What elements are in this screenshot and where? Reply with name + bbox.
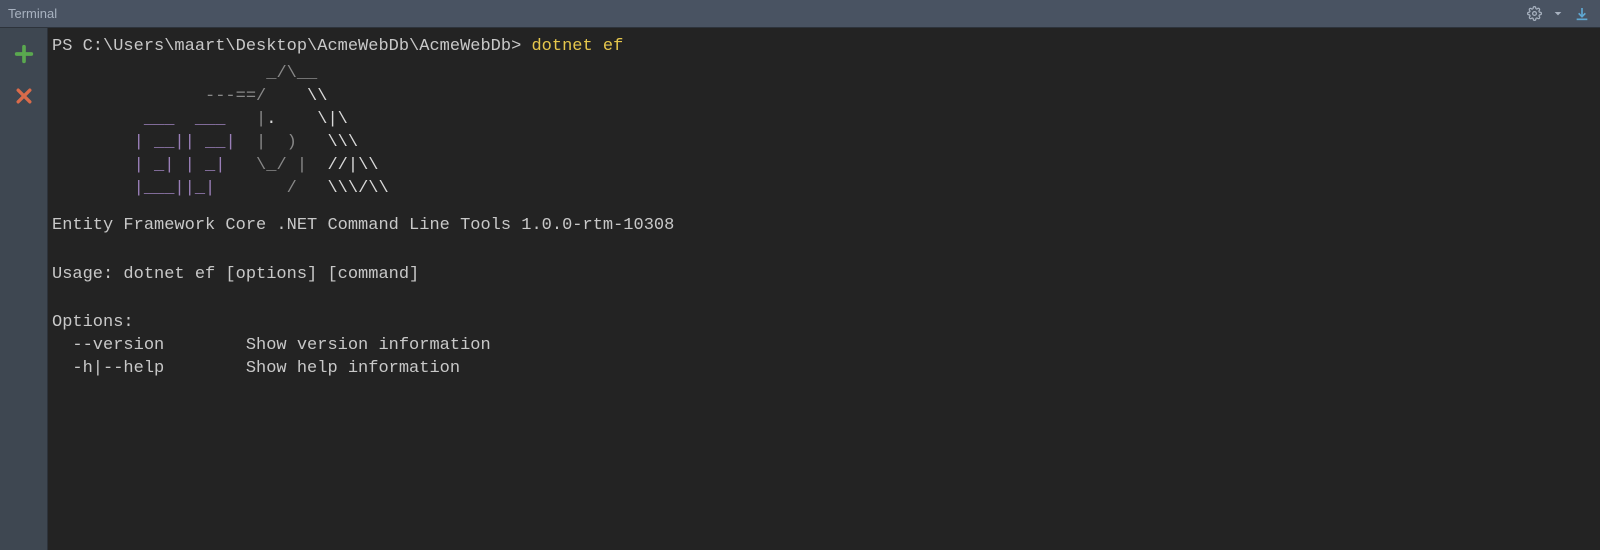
prompt-command: dotnet ef [531,37,623,56]
options-list: --version Show version information -h|--… [52,335,1596,381]
terminal-titlebar: Terminal [0,0,1600,28]
ascii-art-line: _/\__ [52,63,1596,86]
usage-line: Usage: dotnet ef [options] [command] [52,264,1596,287]
ascii-art-line: | _| | _| \_/ | //|\\ [52,155,1596,178]
ascii-art-line: ___ ___ |. \|\ [52,109,1596,132]
download-icon[interactable] [1572,4,1592,24]
chevron-down-icon[interactable] [1548,4,1568,24]
prompt-line: PS C:\Users\maart\Desktop\AcmeWebDb\Acme… [52,36,1596,59]
tool-version-line: Entity Framework Core .NET Command Line … [52,215,1596,238]
ascii-art-line: |___||_| / \\\/\\ [52,178,1596,201]
ascii-art-logo: _/\__ ---==/ \\ ___ ___ |. \|\ | __|| __… [52,63,1596,201]
options-header: Options: [52,312,1596,335]
ascii-art-line: ---==/ \\ [52,86,1596,109]
terminal-sidebar [0,28,48,550]
titlebar-actions [1524,4,1592,24]
prompt-prefix: PS C:\Users\maart\Desktop\AcmeWebDb\Acme… [52,37,531,56]
main-area: PS C:\Users\maart\Desktop\AcmeWebDb\Acme… [0,28,1600,550]
close-tab-button[interactable] [10,82,38,110]
option-row: --version Show version information [52,335,1596,358]
option-row: -h|--help Show help information [52,358,1596,381]
terminal-output[interactable]: PS C:\Users\maart\Desktop\AcmeWebDb\Acme… [48,28,1600,550]
terminal-title: Terminal [8,6,1524,21]
gear-icon[interactable] [1524,4,1544,24]
add-tab-button[interactable] [10,40,38,68]
ascii-art-line: | __|| __| | ) \\\ [52,132,1596,155]
